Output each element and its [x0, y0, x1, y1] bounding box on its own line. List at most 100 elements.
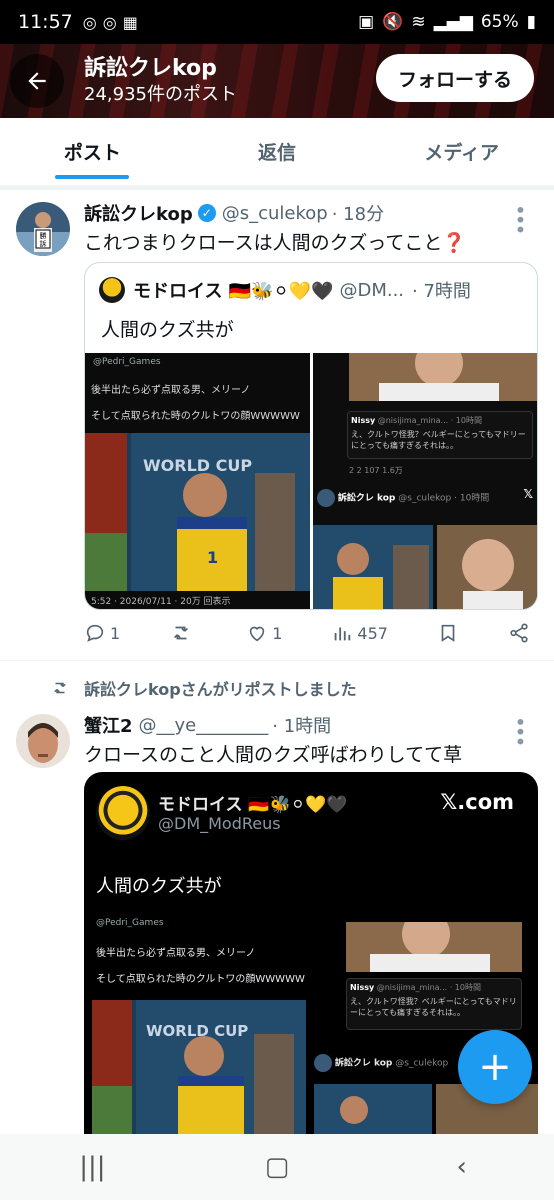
- kroos-photo-top: [349, 353, 537, 401]
- card-site: 𝕏.com: [440, 790, 514, 814]
- card-media-source: @Pedri_Games: [96, 918, 164, 928]
- header-titles: 訴訟クレkop 24,935件のポスト: [84, 55, 237, 107]
- heart-icon: [249, 626, 265, 642]
- quote-media[interactable]: @Pedri_Games 後半出たら必ず点取る男、メリーノ そして点取られた時の…: [85, 353, 537, 609]
- system-nav-bar: ||| ▢ ‹: [0, 1134, 554, 1200]
- card-embed-header: 訴訟クレ kop @s_culekop: [314, 1054, 448, 1072]
- quote-time: · 7時間: [412, 281, 471, 302]
- tab-posts[interactable]: ポスト: [0, 118, 185, 185]
- plus-icon: +: [478, 1044, 512, 1090]
- reply-count: 1: [110, 623, 121, 643]
- compose-button[interactable]: +: [458, 1030, 532, 1104]
- bookmark-icon: [441, 624, 455, 642]
- media-line-2: そして点取られた時のクルトワの顔WWWWW: [91, 411, 300, 422]
- reply-text: え、クルトワ怪我？ベルギーにとってもマドリーにとっても痛すぎるそれは。。: [351, 430, 526, 450]
- status-right: ▣ 🔇 ≋ ▂▄▆ 65% ▮: [358, 12, 536, 32]
- recents-icon[interactable]: |||: [72, 1152, 112, 1182]
- card-avatar: [96, 786, 150, 840]
- reply-icon: [86, 624, 104, 642]
- quote-author-name: モドロイス 🇩🇪🐝⚪💛🖤: [133, 281, 334, 302]
- card-author-name: モドロイス 🇩🇪🐝⚪💛🖤: [158, 795, 348, 815]
- goalkeeper-photo: WORLD CUP 1: [85, 433, 310, 591]
- card-kroos-photo: [346, 922, 522, 972]
- avatar[interactable]: 勝 訴: [16, 202, 70, 256]
- svg-text:1: 1: [207, 548, 218, 567]
- battery-level: 65%: [480, 12, 519, 32]
- media-image-right[interactable]: Nissy @nisijima_mina... · 10時間 え、クルトワ怪我？…: [313, 353, 537, 609]
- svg-text:勝: 勝: [40, 231, 47, 240]
- quote-text: 人間のクズ共が: [101, 319, 234, 341]
- embed-user: 訴訟クレ kop: [337, 493, 396, 504]
- signal-icon: ▂▄▆: [433, 12, 473, 32]
- threads-icon: ◎: [82, 12, 97, 32]
- media-image-left[interactable]: @Pedri_Games 後半出たら必ず点取る男、メリーノ そして点取られた時の…: [85, 353, 310, 609]
- quote-avatar: [99, 277, 125, 303]
- tweet-time: · 1時間: [272, 716, 332, 737]
- calendar-icon: ▦: [122, 12, 138, 32]
- embed-photos: [313, 525, 537, 609]
- quote-tweet[interactable]: モドロイス 🇩🇪🐝⚪💛🖤 @DM... · 7時間 人間のクズ共が @Pedri…: [84, 262, 538, 610]
- author-name[interactable]: 訴訟クレkop: [84, 200, 193, 226]
- profile-name: 訴訟クレkop: [84, 56, 217, 81]
- wifi-icon: ≋: [411, 12, 426, 32]
- author-name[interactable]: 蟹江2: [84, 712, 133, 738]
- bookmark-button[interactable]: [437, 622, 459, 644]
- share-button[interactable]: [508, 622, 530, 644]
- threads-icon-2: ◎: [102, 12, 117, 32]
- arrow-left-icon: [28, 72, 46, 90]
- reply-user: Nissy: [351, 416, 376, 425]
- tab-divider: [0, 186, 554, 190]
- tab-replies[interactable]: 返信: [185, 118, 370, 185]
- repost-button[interactable]: [169, 622, 197, 644]
- tweet-time: · 18分: [331, 204, 385, 225]
- profile-header: 訴訟クレkop 24,935件のポスト フォローする: [0, 44, 554, 118]
- tweet-separator: [0, 660, 554, 661]
- embed-header: 訴訟クレ kop @s_culekop · 10時間: [317, 489, 489, 507]
- card-media-line-2: そして点取られた時のクルトワの顔WWWWW: [96, 974, 305, 985]
- quote-author-handle: @DM...: [339, 279, 405, 301]
- follow-button[interactable]: フォローする: [375, 54, 534, 102]
- card-author-handle: @DM_ModReus: [158, 814, 281, 833]
- card-goalkeeper-photo: WORLD CUP: [92, 1000, 306, 1134]
- reply-stats: 2 2 107 1.6万: [349, 466, 403, 475]
- status-time: 11:57: [18, 11, 73, 33]
- back-button[interactable]: [10, 54, 64, 108]
- card-text: 人間のクズ共が: [96, 876, 222, 897]
- card-embed-handle: @s_culekop: [395, 1058, 449, 1069]
- tweet-header: 蟹江2 @__ye________ · 1時間: [84, 712, 331, 738]
- reply-handle: @nisijima_mina... · 10時間: [377, 416, 482, 425]
- author-handle[interactable]: @__ye________: [139, 715, 269, 736]
- share-icon: [510, 623, 528, 643]
- card-reply-handle: @nisijima_mina... · 10時間: [376, 983, 481, 992]
- card-embed-user: 訴訟クレ kop: [334, 1058, 393, 1069]
- card-media-line-1: 後半出たら必ず点取る男、メリーノ: [96, 948, 256, 959]
- repost-icon: [174, 626, 189, 640]
- card-reply-text: え、クルトワ怪我？ベルギーにとってもマドリーにとっても痛すぎるそれは。。: [350, 997, 517, 1017]
- back-nav-icon[interactable]: ‹: [442, 1152, 482, 1182]
- card-reply: Nissy @nisijima_mina... · 10時間 え、クルトワ怪我？…: [346, 978, 522, 1030]
- like-button[interactable]: 1: [246, 622, 282, 644]
- home-icon[interactable]: ▢: [257, 1152, 297, 1182]
- status-bar: 11:57 ◎ ◎ ▦ ▣ 🔇 ≋ ▂▄▆ 65% ▮: [0, 0, 554, 44]
- avatar[interactable]: [16, 714, 70, 768]
- author-handle[interactable]: @s_culekop: [222, 203, 328, 224]
- card-reply-user: Nissy: [350, 983, 375, 992]
- repost-notice[interactable]: 訴訟クレkopさんがリポストしました: [50, 676, 357, 700]
- view-count: 457: [357, 623, 388, 643]
- x-logo-icon: 𝕏: [523, 487, 533, 501]
- tweet-text: クロースのこと人間のクズ呼ばわりしてて草: [84, 744, 463, 766]
- post-count: 24,935件のポスト: [84, 84, 237, 105]
- more-icon[interactable]: •••: [508, 716, 532, 745]
- lock-icon: ▣: [358, 12, 375, 32]
- reply-button[interactable]: 1: [84, 622, 120, 644]
- notification-icons: ◎ ◎ ▦: [83, 13, 138, 32]
- svg-text:訴: 訴: [40, 239, 47, 248]
- more-icon[interactable]: •••: [508, 204, 532, 233]
- views-button[interactable]: 457: [331, 622, 388, 644]
- tab-media[interactable]: メディア: [369, 118, 554, 185]
- mute-icon: 🔇: [382, 12, 404, 32]
- svg-text:WORLD CUP: WORLD CUP: [143, 456, 252, 475]
- verified-icon: ✓: [197, 204, 216, 222]
- media-source: @Pedri_Games: [93, 357, 161, 367]
- reply-card: Nissy @nisijima_mina... · 10時間 え、クルトワ怪我？…: [347, 411, 533, 459]
